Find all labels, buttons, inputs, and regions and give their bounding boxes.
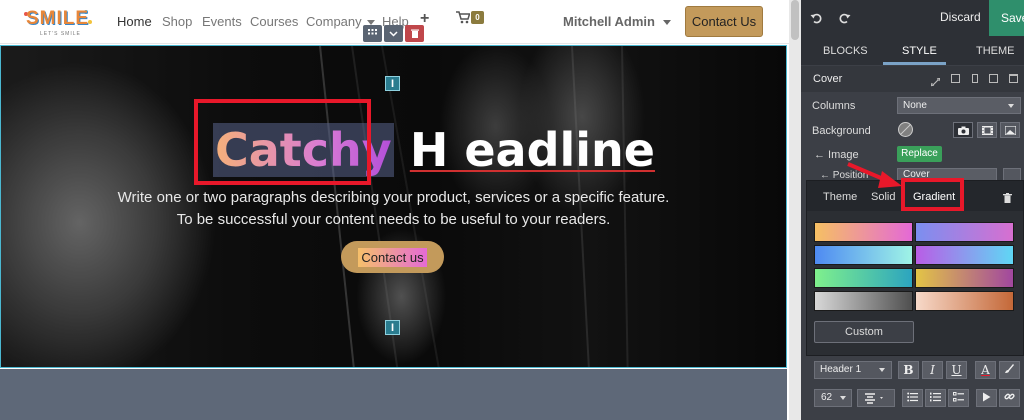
camera-icon[interactable] (953, 122, 973, 138)
cover-contact-button[interactable]: Contact us (341, 241, 444, 273)
user-name: Mitchell Admin (563, 14, 655, 29)
tab-theme[interactable]: THEME (976, 45, 1015, 57)
undo-icon[interactable] (810, 11, 822, 29)
snippet-toolbar (363, 25, 424, 42)
gradient-swatch[interactable] (915, 222, 1014, 242)
tab-style[interactable]: STYLE (902, 45, 937, 57)
cart-count-badge: 0 (471, 11, 484, 24)
checklist-icon[interactable] (948, 389, 969, 407)
redo-icon[interactable] (839, 11, 851, 29)
trash-icon[interactable] (1003, 190, 1012, 208)
logo-tagline: LET'S SMILE (40, 31, 81, 37)
next-section (0, 369, 787, 420)
gradient-swatch[interactable] (814, 245, 913, 265)
columns-select[interactable]: None (897, 97, 1021, 114)
website-preview: SMILE LET'S SMILE Home Shop Events Cours… (0, 0, 789, 420)
nav-courses[interactable]: Courses (250, 14, 298, 29)
bold-button[interactable]: B (898, 361, 919, 379)
tab-blocks[interactable]: BLOCKS (823, 45, 868, 57)
film-icon[interactable] (977, 122, 997, 138)
picker-tab-theme[interactable]: Theme (823, 191, 857, 203)
user-menu[interactable]: Mitchell Admin (563, 14, 671, 29)
image-shape-icon[interactable] (1000, 122, 1020, 138)
picker-tab-solid[interactable]: Solid (871, 191, 895, 203)
gradient-swatch[interactable] (814, 268, 913, 288)
mobile-icon[interactable] (972, 74, 978, 83)
cover-contact-label: Contact us (358, 247, 427, 267)
active-tab-indicator (883, 62, 946, 65)
gradient-swatch[interactable] (915, 245, 1014, 265)
top-navbar: SMILE LET'S SMILE Home Shop Events Cours… (0, 0, 789, 44)
cover-image-overlay (1, 46, 786, 367)
annotation-arrow-icon (847, 162, 902, 188)
numbered-list-icon[interactable] (925, 389, 946, 407)
font-size-select[interactable]: 62 (814, 389, 852, 407)
section-title: Cover (813, 73, 843, 85)
scroll-thumb[interactable] (791, 0, 799, 40)
play-icon[interactable] (976, 389, 997, 407)
background-label: Background (812, 125, 871, 137)
custom-gradient-button[interactable]: Custom (814, 321, 914, 343)
gradient-swatch[interactable] (915, 291, 1014, 311)
gradient-swatch[interactable] (814, 291, 913, 311)
link-icon[interactable] (999, 389, 1020, 407)
gradient-swatch[interactable] (814, 222, 913, 242)
chevron-down-icon[interactable] (384, 25, 403, 42)
cover-paragraph-line2[interactable]: To be successful your content needs to b… (0, 211, 787, 228)
discard-button[interactable]: Discard (940, 10, 981, 24)
trash-icon[interactable] (1009, 74, 1018, 83)
resize-handle-top-icon[interactable]: I (385, 76, 400, 91)
columns-label: Columns (812, 100, 856, 112)
duplicate-icon[interactable] (989, 74, 998, 83)
editor-top-bar: Discard Save (801, 0, 1024, 36)
move-handle-icon[interactable] (363, 25, 382, 42)
annotation-highlight-box (194, 99, 371, 185)
save-button[interactable]: Save (989, 0, 1024, 36)
brush-icon[interactable] (999, 361, 1020, 379)
font-color-button[interactable]: A (975, 361, 996, 379)
background-color-swatch[interactable] (898, 122, 913, 137)
align-center-icon[interactable] (857, 389, 895, 407)
nav-company-label: Company (306, 14, 362, 29)
trash-icon[interactable] (405, 25, 424, 42)
italic-button[interactable]: I (922, 361, 943, 379)
link-icon[interactable] (930, 74, 941, 87)
cart-icon[interactable] (456, 11, 471, 29)
nav-contact-button[interactable]: Contact Us (685, 6, 763, 37)
nav-shop[interactable]: Shop (162, 14, 192, 29)
editor-tabs: BLOCKS STYLE THEME (801, 36, 1024, 65)
resize-handle-bottom-icon[interactable]: I (385, 320, 400, 335)
site-logo[interactable]: SMILE LET'S SMILE (24, 8, 94, 38)
underline-button[interactable]: U (946, 361, 967, 379)
chevron-down-icon (662, 20, 671, 26)
logo-word: SMILE (26, 8, 90, 29)
bullet-list-icon[interactable] (902, 389, 923, 407)
annotation-highlight-box (901, 178, 964, 211)
heading-style-select[interactable]: Header 1 (814, 361, 892, 379)
headline-rest-text[interactable]: H eadline (410, 123, 655, 177)
page-scrollbar[interactable] (789, 0, 801, 420)
gradient-swatch[interactable] (915, 268, 1014, 288)
cover-paragraph-line1[interactable]: Write one or two paragraphs describing y… (0, 189, 787, 206)
save-snippet-icon[interactable] (951, 74, 960, 83)
nav-home[interactable]: Home (117, 14, 152, 29)
nav-events[interactable]: Events (202, 14, 242, 29)
